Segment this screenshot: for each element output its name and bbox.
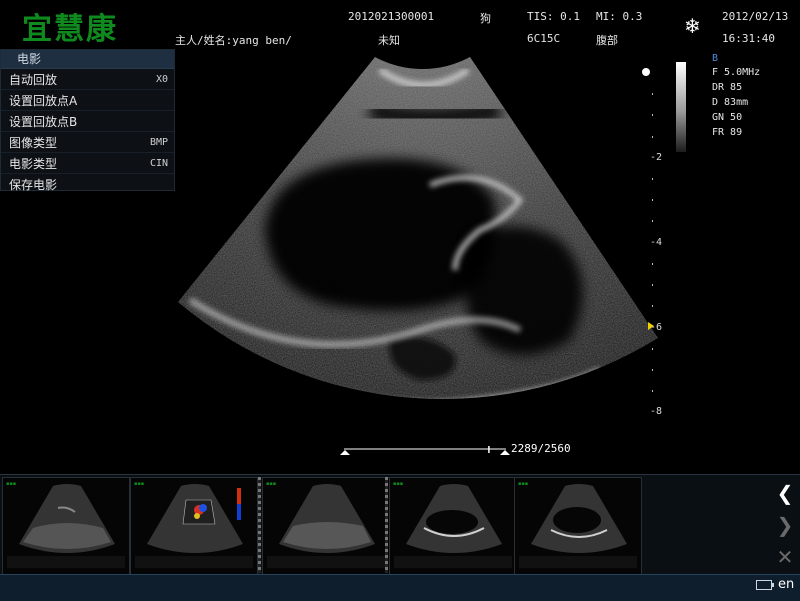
menu-item-image-type[interactable]: 图像类型 BMP	[1, 132, 174, 153]
param-depth: D 83mm	[712, 97, 749, 108]
snowflake-icon[interactable]: ❄	[684, 14, 701, 38]
menu-item-value: BMP	[149, 136, 168, 148]
param-frame-rate: FR 89	[712, 127, 743, 138]
exam-type: 腹部	[596, 34, 618, 47]
depth-label: -2	[650, 152, 663, 163]
menu-item-value: CIN	[149, 157, 168, 169]
cine-progress-bar[interactable]	[340, 446, 510, 458]
focus-top-marker	[642, 68, 650, 76]
header-bar: 宜慧康 2012021300001 狗 TIS: 0.1 MI: 0.3 201…	[0, 0, 800, 48]
chevron-right-icon[interactable]: ❯	[770, 510, 800, 540]
exam-time: 16:31:40	[722, 32, 775, 45]
menu-item-label: 设置回放点B	[9, 114, 78, 129]
owner-name: 主人/姓名:yang ben/	[175, 34, 292, 47]
cine-end-marker[interactable]	[500, 450, 510, 455]
svg-text:▪▪▪: ▪▪▪	[266, 481, 276, 487]
imaging-params: B F 5.0MHz DR 85 D 83mm GN 50 FR 89	[712, 52, 760, 140]
menu-item-label: 电影类型	[9, 156, 58, 171]
menu-item-cine-type[interactable]: 电影类型 CIN	[1, 153, 174, 174]
thumbnail[interactable]: ▪▪▪	[130, 477, 258, 575]
svg-text:▪▪▪: ▪▪▪	[6, 481, 16, 487]
mode-label: B	[712, 53, 719, 64]
param-gain: GN 50	[712, 112, 743, 123]
thumbnail[interactable]: ▪▪▪	[514, 477, 642, 575]
brand-logo: 宜慧康	[22, 12, 118, 47]
mi-value: MI: 0.3	[596, 10, 643, 23]
grayscale-bar	[676, 62, 686, 152]
menu-item-set-point-b[interactable]: 设置回放点B	[1, 111, 174, 132]
menu-item-set-point-a[interactable]: 设置回放点A	[1, 90, 174, 111]
thumbnail-strip: ▪▪▪ ▪▪▪ ▪▪▪ ▪▪▪ ▪▪▪	[0, 474, 800, 575]
thumbnail[interactable]: ▪▪▪	[389, 477, 517, 575]
close-icon[interactable]: ✕	[770, 542, 800, 572]
menu-item-value: X0	[155, 73, 168, 85]
probe-model: 6C15C	[527, 32, 561, 45]
patient-id: 2012021300001	[348, 10, 435, 23]
thumbnail-separator	[385, 477, 388, 573]
thumbnail-separator	[258, 477, 261, 573]
cine-menu: 电影 自动回放 X0 设置回放点A 设置回放点B 图像类型 BMP 电影类型 C…	[0, 49, 175, 194]
species-label: 狗	[480, 12, 491, 25]
menu-item-label: 保存电影	[9, 177, 58, 192]
thumbnail[interactable]: ▪▪▪	[2, 477, 130, 575]
cine-frame-counter: 2289/2560	[511, 442, 571, 455]
thumbnail[interactable]: ▪▪▪	[262, 477, 390, 575]
chevron-left-icon[interactable]: ❮	[770, 478, 800, 508]
param-frequency: F 5.0MHz	[712, 67, 761, 78]
language-indicator[interactable]: en	[778, 577, 794, 592]
svg-text:▪▪▪: ▪▪▪	[134, 481, 144, 487]
exam-date: 2012/02/13	[722, 10, 789, 23]
unknown-field: 未知	[378, 34, 400, 47]
param-dynamic-range: DR 85	[712, 82, 743, 93]
cine-menu-title: 电影	[1, 50, 174, 69]
depth-label: -4	[650, 237, 663, 248]
svg-text:▪▪▪: ▪▪▪	[393, 481, 403, 487]
tis-value: TIS: 0.1	[527, 10, 580, 23]
battery-icon	[756, 580, 774, 590]
menu-item-label: 设置回放点A	[9, 93, 78, 108]
menu-item-label: 图像类型	[9, 135, 58, 150]
depth-label: -8	[650, 406, 663, 417]
svg-text:▪▪▪: ▪▪▪	[518, 481, 528, 487]
menu-item-label: 自动回放	[9, 72, 58, 87]
status-bar	[0, 574, 800, 601]
scan-sector	[178, 57, 658, 400]
depth-label: -6	[650, 322, 663, 333]
menu-item-save-cine[interactable]: 保存电影	[1, 174, 174, 194]
cine-start-marker[interactable]	[340, 450, 350, 455]
menu-item-auto-replay[interactable]: 自动回放 X0	[1, 69, 174, 90]
